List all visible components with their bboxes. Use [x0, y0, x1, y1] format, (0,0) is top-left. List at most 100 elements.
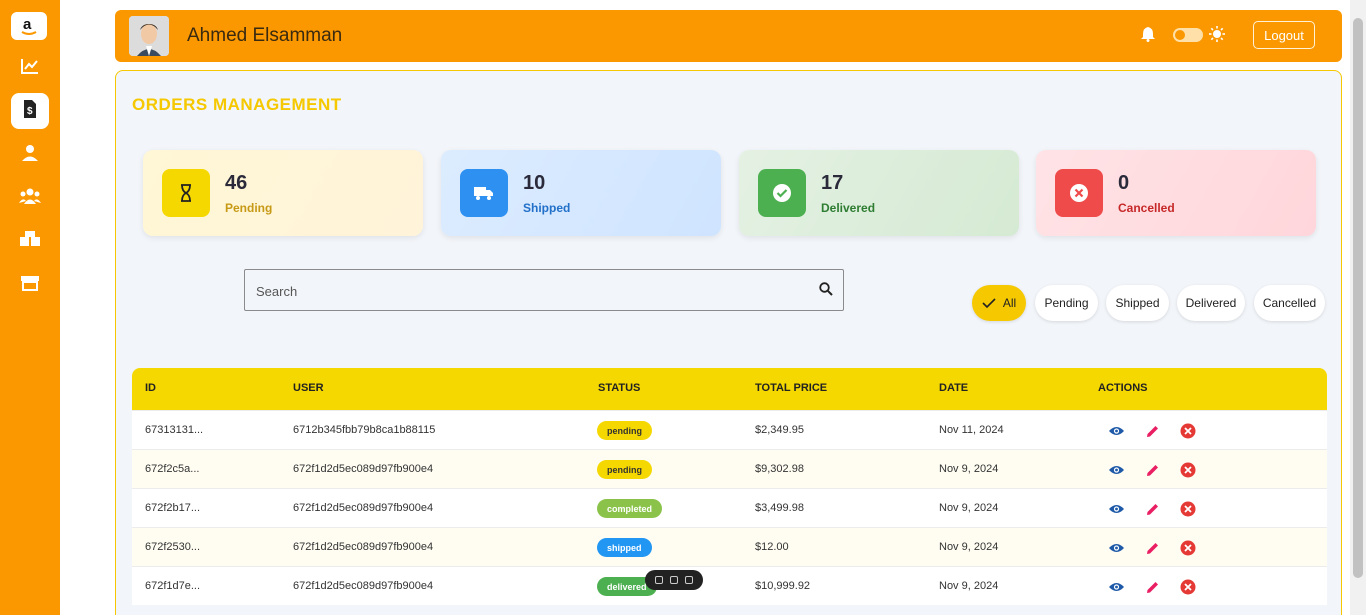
search-input[interactable]: Search	[244, 269, 844, 311]
filter-all[interactable]: All	[972, 285, 1026, 321]
filter-label: Delivered	[1185, 296, 1237, 310]
app-page: a $ Ahmed Elsamman Logout ORDERS MANAGEM…	[0, 0, 1366, 615]
filter-delivered[interactable]: Delivered	[1177, 285, 1245, 321]
toolbar-icon[interactable]	[669, 576, 678, 584]
cancel-circle-icon	[1055, 169, 1103, 217]
date-cell: Nov 9, 2024	[939, 580, 999, 592]
total-price-cell: $3,499.98	[755, 502, 804, 514]
status-badge: pending	[597, 421, 652, 440]
view-icon[interactable]	[1107, 500, 1125, 518]
filter-label: All	[1002, 296, 1017, 310]
toolbar-icon[interactable]	[654, 576, 663, 584]
search-icon[interactable]	[819, 282, 833, 301]
scrollbar[interactable]	[1350, 0, 1366, 615]
filter-label: Shipped	[1115, 296, 1160, 310]
table-row[interactable]: 672f2530... 672f1d2d5ec089d97fb900e4 $12.0…	[132, 527, 1327, 566]
filter-label: Pending	[1044, 296, 1089, 310]
date-cell: Nov 11, 2024	[939, 424, 1004, 436]
orders-panel: ORDERS MANAGEMENT 46 Pending 10 Shipped …	[115, 70, 1342, 615]
delete-icon[interactable]	[1179, 461, 1197, 479]
filter-shipped[interactable]: Shipped	[1106, 285, 1169, 321]
scroll-thumb[interactable]	[1353, 18, 1363, 578]
stat-label: Shipped	[523, 201, 571, 215]
view-icon[interactable]	[1107, 539, 1125, 557]
stat-card-pending: 46 Pending	[143, 150, 423, 236]
edit-icon[interactable]	[1143, 539, 1161, 557]
delete-icon[interactable]	[1179, 500, 1197, 518]
edit-icon[interactable]	[1143, 500, 1161, 518]
stat-card-shipped: 10 Shipped	[441, 150, 721, 236]
invoice-icon: $	[22, 99, 38, 124]
column-header: ACTIONS	[1098, 382, 1148, 394]
order-id-cell: 672f2c5a...	[145, 463, 200, 475]
boxes-icon	[19, 230, 41, 252]
users-icon	[19, 187, 41, 210]
user-name: Ahmed Elsamman	[187, 25, 343, 46]
stat-card-delivered: 17 Delivered	[739, 150, 1019, 236]
check-circle-icon	[758, 169, 806, 217]
total-price-cell: $10,999.92	[755, 580, 811, 592]
chart-line-icon	[21, 58, 39, 79]
bell-icon[interactable]	[1141, 26, 1155, 47]
orders-table: ID USER STATUS TOTAL PRICE DATE ACTIONS …	[132, 368, 1327, 605]
table-header: ID USER STATUS TOTAL PRICE DATE ACTIONS	[132, 368, 1327, 410]
user-id-cell: 672f1d2d5ec089d97fb900e4	[293, 541, 434, 553]
stat-label: Pending	[225, 201, 273, 215]
edit-icon[interactable]	[1143, 578, 1161, 596]
logout-button[interactable]: Logout	[1253, 21, 1315, 49]
stat-label: Delivered	[821, 201, 876, 215]
delete-icon[interactable]	[1179, 539, 1197, 557]
amazon-logo-icon[interactable]: a	[11, 12, 47, 40]
filter-cancelled[interactable]: Cancelled	[1254, 285, 1325, 321]
store-icon	[20, 275, 40, 296]
view-icon[interactable]	[1107, 461, 1125, 479]
stat-label: Cancelled	[1118, 201, 1175, 215]
sidebar: a $	[0, 0, 60, 615]
total-price-cell: $12.00	[755, 541, 789, 553]
sidebar-item-orders[interactable]: $	[11, 93, 49, 129]
column-header: USER	[293, 382, 324, 394]
stat-value: 0	[1118, 172, 1130, 194]
toggle-knob	[1175, 30, 1185, 40]
stat-value: 46	[225, 172, 248, 194]
edit-icon[interactable]	[1143, 461, 1161, 479]
check-icon	[982, 298, 996, 308]
table-row[interactable]: 67313131... 6712b345fbb79b8ca1b88115 $2,34…	[132, 410, 1327, 449]
filter-label: Cancelled	[1262, 296, 1317, 310]
order-id-cell: 672f2b17...	[145, 502, 201, 514]
table-row[interactable]: 672f1d7e... 672f1d2d5ec089d97fb900e4 $10,9…	[132, 566, 1327, 605]
order-id-cell: 672f2530...	[145, 541, 201, 553]
edit-icon[interactable]	[1143, 422, 1161, 440]
order-id-cell: 672f1d7e...	[145, 580, 201, 592]
filter-pending[interactable]: Pending	[1035, 285, 1098, 321]
sidebar-item-users[interactable]	[11, 180, 49, 216]
table-row[interactable]: 672f2b17... 672f1d2d5ec089d97fb900e4 $3,49…	[132, 488, 1327, 527]
floating-toolbar[interactable]	[645, 570, 703, 590]
page-title: ORDERS MANAGEMENT	[132, 95, 342, 114]
date-cell: Nov 9, 2024	[939, 502, 999, 514]
column-header: DATE	[939, 382, 969, 394]
view-icon[interactable]	[1107, 422, 1125, 440]
svg-text:a: a	[23, 16, 32, 33]
stat-value: 17	[821, 172, 844, 194]
sidebar-item-store[interactable]	[11, 267, 49, 303]
status-badge: pending	[597, 460, 652, 479]
view-icon[interactable]	[1107, 578, 1125, 596]
sidebar-item-dashboard[interactable]	[11, 50, 49, 86]
theme-toggle[interactable]	[1173, 28, 1203, 42]
delete-icon[interactable]	[1179, 422, 1197, 440]
sidebar-item-profile[interactable]	[11, 137, 49, 173]
avatar[interactable]	[129, 16, 169, 56]
user-id-cell: 672f1d2d5ec089d97fb900e4	[293, 580, 434, 592]
search-placeholder: Search	[256, 284, 298, 299]
user-id-cell: 6712b345fbb79b8ca1b88115	[293, 424, 436, 436]
user-id-cell: 672f1d2d5ec089d97fb900e4	[293, 463, 434, 475]
sidebar-item-products[interactable]	[11, 223, 49, 259]
status-badge: completed	[597, 499, 663, 518]
date-cell: Nov 9, 2024	[939, 541, 999, 553]
delete-icon[interactable]	[1179, 578, 1197, 596]
sun-icon[interactable]	[1209, 26, 1225, 47]
table-row[interactable]: 672f2c5a... 672f1d2d5ec089d97fb900e4 $9,30…	[132, 449, 1327, 488]
toolbar-icon[interactable]	[685, 576, 694, 584]
date-cell: Nov 9, 2024	[939, 463, 999, 475]
